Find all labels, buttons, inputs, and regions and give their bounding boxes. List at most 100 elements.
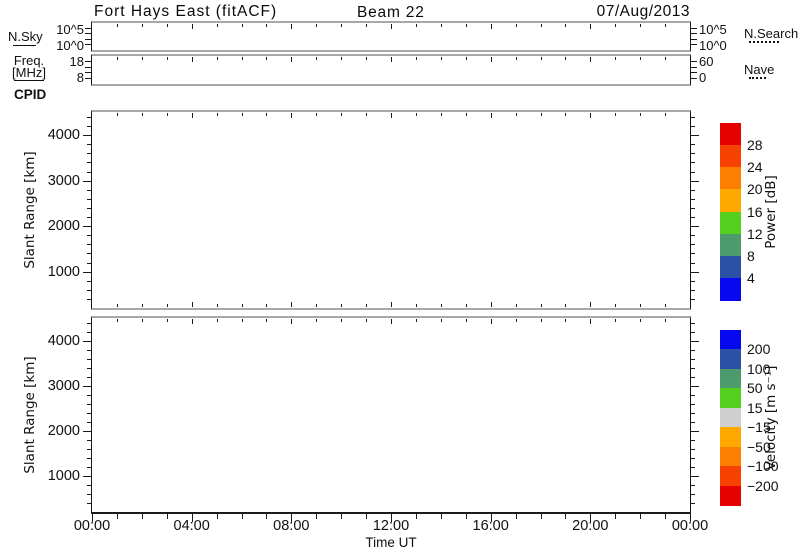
x-minor-tick [590, 113, 591, 118]
colorbar-segment [720, 278, 741, 301]
x-minor-tick [291, 24, 292, 29]
x-minor-tick [242, 24, 243, 27]
y-tick [87, 153, 91, 154]
y-tick [87, 117, 91, 118]
y-tick-label: 4000 [34, 334, 80, 348]
x-axis-tick [142, 514, 143, 519]
colorbar-tick-label: 24 [747, 160, 793, 174]
colorbar-segment [720, 234, 741, 257]
x-minor-tick [391, 24, 392, 29]
x-minor-tick [117, 319, 118, 322]
y-tick [87, 368, 91, 369]
y-tick [691, 494, 695, 495]
nsearch-label: N.Search [744, 27, 798, 40]
y-tick [691, 458, 695, 459]
x-minor-tick [291, 113, 292, 118]
y-tick [87, 458, 91, 459]
y-tick [83, 135, 91, 136]
x-minor-tick [541, 24, 542, 27]
y-tick [691, 431, 699, 432]
y-tick [691, 208, 695, 209]
plot-title-beam: Beam 22 [357, 4, 425, 22]
freq-left-top-tick-label: 18 [40, 55, 84, 68]
y-tick [691, 217, 695, 218]
x-minor-tick [266, 57, 267, 60]
x-minor-tick [291, 57, 292, 62]
x-minor-tick [117, 57, 118, 60]
strip-tick [691, 72, 697, 73]
strip-tick [85, 39, 91, 40]
strip-tick [691, 67, 697, 68]
y-tick [87, 281, 91, 282]
strip-tick [85, 67, 91, 68]
x-minor-tick [441, 24, 442, 27]
colorbar-segment [720, 123, 741, 146]
y-tick [83, 386, 91, 387]
x-minor-tick [565, 24, 566, 27]
y-tick [87, 323, 91, 324]
x-minor-tick [142, 57, 143, 60]
y-tick-label: 1000 [34, 469, 80, 483]
x-minor-tick [590, 302, 591, 307]
strip-tick [691, 61, 697, 62]
colorbar-segment [720, 427, 741, 447]
x-minor-tick [665, 304, 666, 307]
y-tick [691, 126, 695, 127]
x-minor-tick [316, 57, 317, 60]
y-tick [691, 117, 695, 118]
y-tick-label: 2000 [34, 219, 80, 233]
x-minor-tick [615, 319, 616, 322]
x-minor-tick [441, 304, 442, 307]
y-tick [691, 332, 695, 333]
x-axis-title: Time UT [341, 535, 441, 550]
x-minor-tick [615, 57, 616, 60]
x-minor-tick [516, 319, 517, 322]
x-minor-tick [266, 113, 267, 116]
strip-tick [85, 78, 91, 79]
y-tick [87, 395, 91, 396]
x-minor-tick [316, 113, 317, 116]
colorbar-segment [720, 212, 741, 235]
x-minor-tick [167, 57, 168, 60]
x-minor-tick [291, 302, 292, 307]
x-minor-tick [341, 57, 342, 60]
x-minor-tick [466, 304, 467, 307]
x-tick-label: 12:00 [361, 519, 421, 533]
x-minor-tick [590, 319, 591, 324]
x-minor-tick [491, 57, 492, 62]
x-minor-tick [266, 304, 267, 307]
colorbar-tick-label: 4 [747, 271, 793, 285]
x-minor-tick [565, 113, 566, 116]
x-minor-tick [640, 24, 641, 27]
y-tick [87, 494, 91, 495]
colorbar-tick-label: 8 [747, 249, 793, 263]
y-tick [87, 199, 91, 200]
y-tick [691, 323, 695, 324]
x-minor-tick [142, 113, 143, 116]
strip-tick [691, 78, 697, 79]
x-minor-tick [416, 304, 417, 307]
colorbar-segment [720, 189, 741, 212]
power-panel-ylabel: Slant Range [km] [22, 151, 38, 268]
y-tick [87, 253, 91, 254]
y-tick-label: 1000 [34, 265, 80, 279]
colorbar-tick-label: −100 [747, 459, 793, 473]
x-minor-tick [366, 304, 367, 307]
y-tick [691, 272, 699, 273]
x-minor-tick [316, 24, 317, 27]
y-tick [691, 299, 695, 300]
x-tick-label: 04:00 [162, 519, 222, 533]
y-tick-label: 4000 [34, 128, 80, 142]
x-minor-tick [366, 57, 367, 60]
noise-right-top-tick-label: 10^5 [699, 23, 727, 36]
y-tick [691, 341, 699, 342]
colorbar-segment [720, 388, 741, 408]
x-minor-tick [665, 113, 666, 116]
x-minor-tick [316, 304, 317, 307]
x-minor-tick [192, 302, 193, 307]
x-minor-tick [391, 57, 392, 62]
y-tick [691, 235, 695, 236]
x-minor-tick [565, 319, 566, 322]
colorbar-tick-label: 50 [747, 381, 793, 395]
y-tick [87, 190, 91, 191]
